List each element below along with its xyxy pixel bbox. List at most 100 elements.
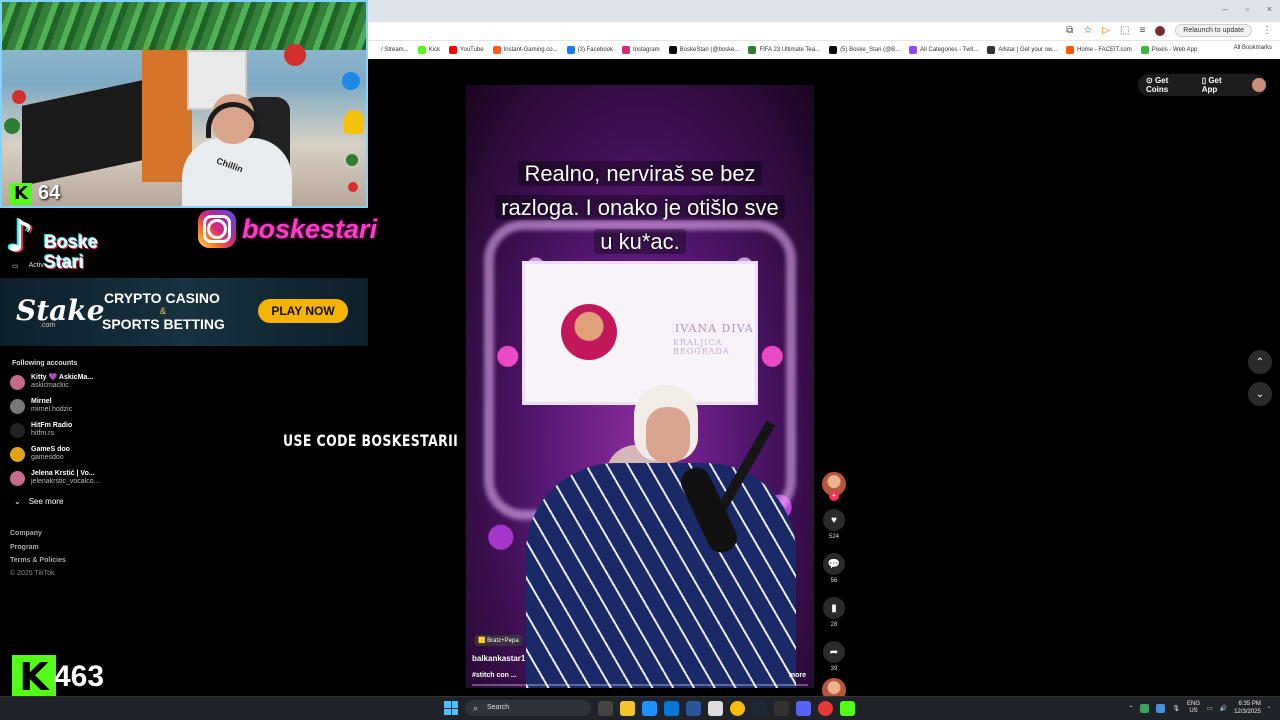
file-explorer-icon[interactable] [620, 700, 635, 716]
ornament-red-right [348, 182, 358, 192]
cast-icon[interactable]: ⧉ [1066, 25, 1073, 36]
windows-start-icon[interactable] [444, 701, 458, 715]
bookmark-item[interactable]: Allstar | Get your ow... [987, 46, 1057, 54]
get-coins-label: Get Coins [1146, 76, 1169, 94]
chrome-icon[interactable] [730, 700, 745, 716]
network-icon[interactable]: ▭ [1207, 705, 1213, 712]
sidebar-active-item[interactable]: ▭ Activ [12, 262, 44, 270]
see-more-button[interactable]: ⌄ See more [14, 497, 63, 506]
save-button[interactable]: ▮ [823, 597, 845, 619]
share-button[interactable]: ➦ [823, 641, 845, 663]
extensions-icon[interactable]: ⬚ [1120, 25, 1129, 36]
teams-icon[interactable] [686, 700, 701, 716]
bookmark-item[interactable]: (3) Facebook [566, 46, 613, 54]
clock-date: 12/3/2025 [1234, 709, 1261, 715]
bookmark-item[interactable]: Instagram [622, 46, 660, 54]
account-username: gamesdoo [31, 454, 64, 461]
tray-cloud-icon[interactable] [1156, 703, 1166, 713]
previous-video-button[interactable]: ⌃ [1248, 350, 1272, 374]
notifications-icon[interactable]: ▫ [1268, 705, 1270, 711]
chevron-up-icon[interactable]: ⌃ [1128, 705, 1133, 712]
close-button[interactable]: × [1267, 4, 1272, 14]
follow-plus-icon[interactable]: + [829, 491, 839, 501]
following-title: Following accounts [12, 360, 78, 367]
following-account[interactable]: Jelena Krstić | Vo... jelenakrstic_vocalc… [10, 470, 99, 486]
bookmark-item[interactable]: (5) Boske_Stari (@B... [829, 46, 900, 54]
account-username: askicmackic [31, 382, 69, 389]
account-name: GameS doo [31, 446, 70, 453]
bookmark-label: Home - FACEIT.com [1077, 47, 1132, 53]
tray-app-icon[interactable] [1140, 703, 1150, 713]
ornament-red-left [12, 90, 26, 104]
bell-icon [344, 110, 364, 134]
bookmark-label: Allstar | Get your ow... [998, 47, 1058, 53]
profile-avatar[interactable] [1155, 25, 1166, 36]
bookmark-item[interactable]: FIFA 23 Ultimate Tea... [748, 46, 820, 54]
microphone-icon[interactable]: 🎙 [1172, 705, 1180, 712]
play-extension-icon[interactable]: ▷ [1102, 25, 1110, 36]
screen-title: IVANA DIVA [675, 322, 754, 335]
language-indicator[interactable]: ENG US [1187, 701, 1200, 715]
discord-icon[interactable] [796, 700, 811, 716]
footer-company-link[interactable]: Company [10, 530, 42, 537]
account-name: Mirnel [31, 398, 52, 405]
bookmark-item[interactable]: All Categories - Twit... [909, 46, 978, 54]
get-app-button[interactable]: ▯ Get App [1202, 76, 1239, 94]
next-video-button[interactable]: ⌄ [1248, 382, 1272, 406]
task-view-icon[interactable] [598, 700, 613, 716]
get-coins-button[interactable]: ⊙ Get Coins [1146, 76, 1192, 94]
obs-icon[interactable] [818, 700, 833, 716]
account-avatar [10, 470, 25, 486]
share-count: 39 [830, 666, 838, 672]
following-account[interactable]: HitFm Radio hitfm.rs [10, 422, 72, 438]
menu-icon[interactable]: ⋮ [1262, 25, 1272, 36]
following-account[interactable]: GameS doo gamesdoo [10, 446, 70, 462]
video-username[interactable]: balkankastar1 [472, 654, 525, 663]
following-account[interactable]: Mirnel mirnel.hodzic [10, 398, 72, 414]
kick-logo-icon: K [10, 182, 32, 205]
relaunch-button[interactable]: Relaunch to update [1175, 24, 1252, 37]
video-progress[interactable] [472, 684, 808, 686]
footer-terms-link[interactable]: Terms & Policies [10, 557, 66, 564]
creator-avatar[interactable]: + [822, 472, 846, 501]
user-avatar[interactable] [1252, 78, 1266, 92]
like-count: 524 [828, 534, 839, 540]
following-account[interactable]: Kitty 💜 AskicMa... askicmackic [10, 374, 93, 390]
like-button[interactable]: ♥ [823, 509, 845, 531]
copilot-icon[interactable] [642, 700, 657, 716]
star-icon[interactable]: ☆ [1083, 25, 1092, 36]
bookmark-item[interactable]: Home - FACEIT.com [1066, 46, 1132, 54]
taskbar-search[interactable]: Search [465, 700, 591, 716]
minimize-button[interactable]: – [1223, 4, 1228, 14]
region-code: US [1189, 708, 1198, 714]
instagram-handle: boskestari [242, 213, 378, 244]
bookmark-label: All Categories - Twit... [920, 47, 979, 53]
clock[interactable]: 6:35 PM 12/3/2025 [1234, 700, 1261, 716]
bookmark-item[interactable]: Kick [417, 46, 440, 54]
language-code: ENG [1186, 701, 1200, 707]
bookmark-item[interactable]: YouTube [449, 46, 484, 54]
more-button[interactable]: more [789, 672, 806, 679]
media-icon[interactable]: ≡ [1139, 25, 1145, 36]
outlook-icon[interactable] [664, 700, 679, 716]
stake-banner: Stake .com CRYPTO CASINO & SPORTS BETTIN… [0, 278, 368, 346]
bookmark-item[interactable]: Pixels - Web App [1140, 46, 1197, 54]
effect-sticker[interactable]: 🟨 Bratz+Pepa [474, 635, 523, 646]
all-bookmarks-button[interactable]: All Bookmarks [1234, 45, 1272, 51]
bookmark-label: (3) Facebook [577, 47, 613, 53]
maximize-button[interactable]: ▫ [1246, 4, 1249, 14]
footer-program-link[interactable]: Program [10, 544, 39, 551]
video-player[interactable]: IVANA DIVA KRALJICA BEOGRADA Realno, ner… [466, 85, 814, 688]
store-icon[interactable] [708, 700, 723, 716]
bookmark-item[interactable]: / Stream... [370, 46, 409, 54]
bookmark-item[interactable]: BoskeStari (@boske... [668, 46, 739, 54]
capcut-icon[interactable] [774, 700, 789, 716]
steam-icon[interactable] [752, 700, 767, 716]
bookmark-item[interactable]: Instant-Gaming.co... [492, 46, 558, 54]
face [646, 407, 690, 463]
volume-icon[interactable]: 🔊 [1220, 705, 1227, 712]
ornament-red [284, 44, 306, 66]
bookmark-icon: ▮ [831, 602, 837, 614]
kick-app-icon[interactable] [840, 700, 855, 716]
comment-button[interactable]: 💬 [823, 553, 845, 575]
